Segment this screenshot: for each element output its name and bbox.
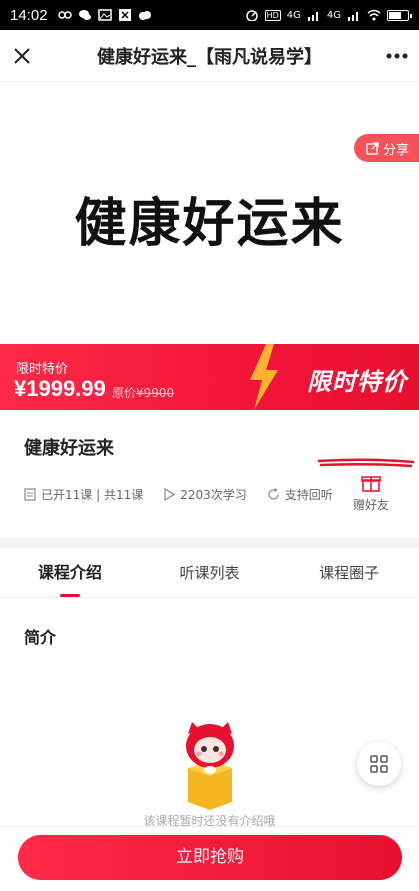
learner-count-text: 2203次学习 bbox=[180, 488, 247, 502]
bottom-bar: 立即抢购 bbox=[0, 826, 419, 891]
promo-label: 限时特价 bbox=[16, 362, 69, 377]
course-meta: 已开11课 | 共11课 2203次学习 支持回听 bbox=[24, 486, 333, 503]
network-label-1: 4G bbox=[286, 9, 301, 21]
grid-menu-button[interactable] bbox=[357, 742, 401, 786]
buy-now-button[interactable]: 立即抢购 bbox=[18, 835, 402, 880]
battery-icon bbox=[387, 9, 412, 21]
wechat-icon bbox=[78, 10, 91, 20]
close-button[interactable] bbox=[0, 30, 44, 82]
marker-scribble bbox=[318, 458, 414, 468]
replay-icon bbox=[268, 488, 279, 500]
signal-icon-2 bbox=[348, 12, 358, 21]
share-button[interactable]: 分享 bbox=[353, 134, 419, 162]
status-time: 14:02 bbox=[10, 6, 48, 24]
gift-icon bbox=[361, 476, 381, 492]
course-title: 健康好运来 bbox=[24, 438, 114, 459]
document-icon bbox=[24, 488, 36, 501]
grid-icon bbox=[370, 755, 388, 773]
page-title: 健康好运来_【雨凡说易学】 bbox=[97, 46, 322, 68]
empty-intro-text: 该课程暂时还没有介绍哦 bbox=[143, 814, 276, 826]
cloud-icon bbox=[138, 11, 151, 20]
section-divider bbox=[0, 538, 419, 548]
replay-support: 支持回听 bbox=[267, 486, 333, 503]
share-label: 分享 bbox=[382, 142, 409, 158]
original-prefix: 原价 bbox=[112, 386, 137, 400]
banner-calligraphy: 健康好运来 bbox=[74, 192, 345, 254]
learner-count: 2203次学习 bbox=[163, 486, 247, 503]
gift-friend-button[interactable]: 赠好友 bbox=[347, 474, 395, 513]
status-bar: 14:02 HD 4G 4G bbox=[0, 0, 419, 30]
tab-course-intro[interactable]: 课程介绍 bbox=[0, 548, 140, 597]
speed-icon bbox=[245, 10, 258, 21]
lightning-icon bbox=[250, 344, 278, 410]
gift-label: 赠好友 bbox=[352, 498, 389, 512]
original-price: 原价¥9900 bbox=[112, 384, 174, 401]
lesson-count-text: 已开11课 | 共11课 bbox=[41, 488, 144, 502]
course-tabs: 课程介绍 听课列表 课程圈子 bbox=[0, 548, 419, 598]
image-icon bbox=[97, 9, 112, 21]
intro-heading: 简介 bbox=[24, 628, 57, 647]
play-icon bbox=[164, 488, 176, 501]
promo-price: ¥1999.99 bbox=[14, 376, 106, 401]
tab-lesson-list[interactable]: 听课列表 bbox=[140, 548, 280, 597]
lesson-count: 已开11课 | 共11课 bbox=[24, 486, 143, 503]
course-info: 健康好运来 已开11课 | 共11课 2203次学习 支持回听 赠好友 bbox=[0, 410, 419, 538]
tab-course-circle[interactable]: 课程圈子 bbox=[279, 548, 419, 597]
more-button[interactable] bbox=[375, 30, 419, 82]
more-icon bbox=[386, 53, 408, 58]
share-icon bbox=[366, 141, 379, 155]
network-label-2: 4G bbox=[326, 9, 341, 21]
app-notification-icon bbox=[57, 11, 72, 19]
original-price-value: ¥9900 bbox=[136, 386, 175, 400]
promo-bar: 限时特价 ¥1999.99 原价¥9900 限时特价 bbox=[0, 344, 419, 410]
hd-icon: HD bbox=[264, 9, 281, 21]
mascot-illustration bbox=[186, 722, 234, 810]
replay-text: 支持回听 bbox=[284, 488, 333, 502]
wifi-icon bbox=[367, 9, 381, 21]
title-bar: 健康好运来_【雨凡说易学】 bbox=[0, 30, 419, 82]
promo-badge-text: 限时特价 bbox=[307, 368, 407, 396]
course-banner: 健康好运来 分享 bbox=[0, 82, 419, 344]
close-icon bbox=[14, 47, 30, 64]
signal-icon bbox=[307, 12, 318, 21]
app-icon bbox=[118, 9, 131, 21]
